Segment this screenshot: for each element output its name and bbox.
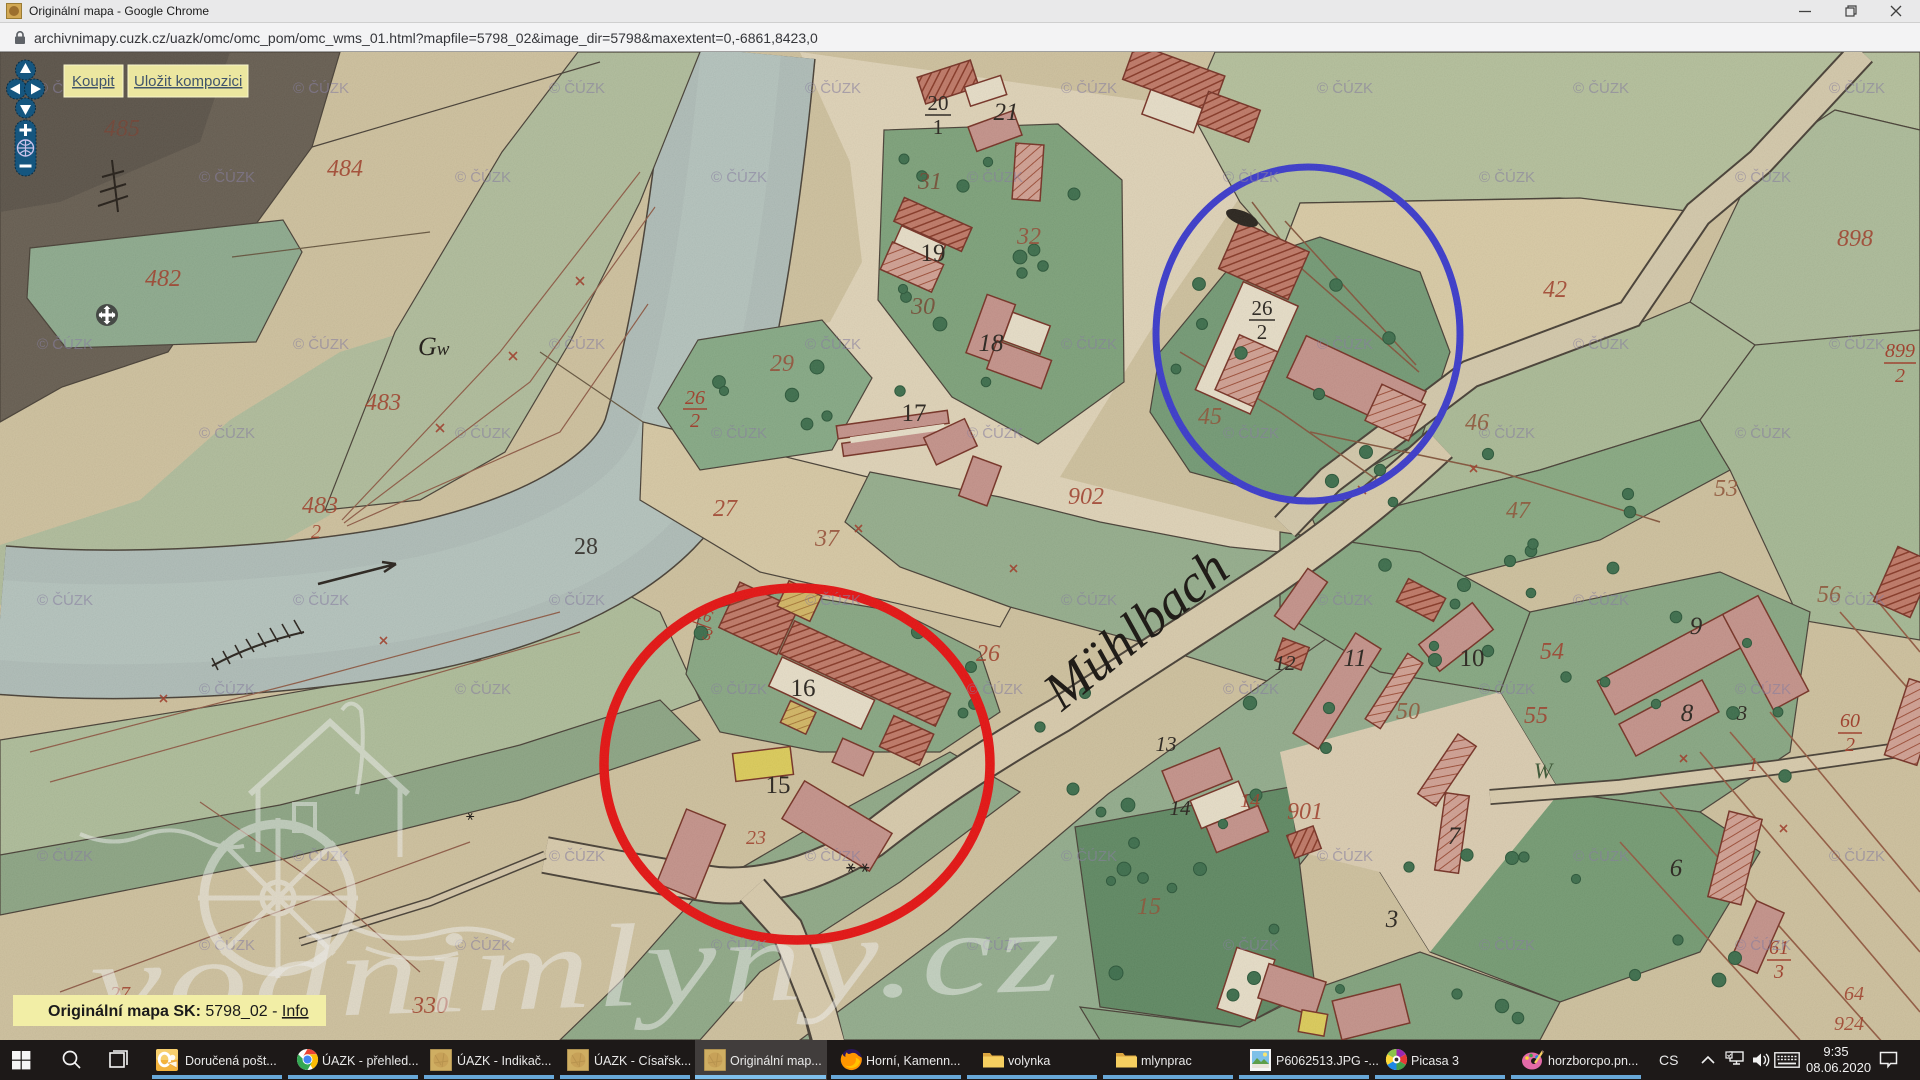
svg-text:Koupit: Koupit [72, 73, 115, 90]
svg-text:Originální mapa SK: 5798_02 -: Originální mapa SK: 5798_02 - Info [48, 1003, 309, 1020]
svg-text:Uložit kompozici: Uložit kompozici [134, 73, 242, 90]
